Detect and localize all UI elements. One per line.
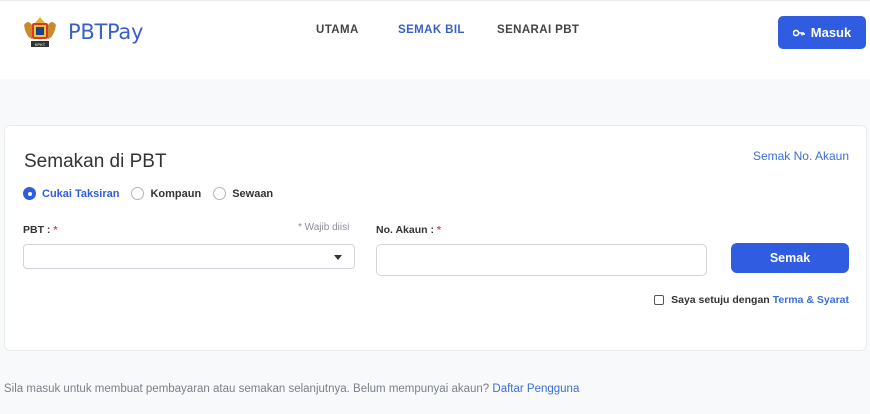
bill-type-radio-group: Cukai Taksiran Kompaun Sewaan [23, 187, 285, 200]
login-label: Masuk [810, 25, 852, 40]
check-account-link[interactable]: Semak No. Akaun [753, 149, 849, 163]
svg-text:KPKT: KPKT [35, 42, 46, 47]
caret-down-icon [334, 255, 342, 260]
login-note: Sila masuk untuk membuat pembayaran atau… [4, 383, 579, 395]
pbt-select[interactable] [23, 244, 355, 269]
radio-cukai-taksiran[interactable]: Cukai Taksiran [23, 187, 119, 200]
brand-name: PBTPay [68, 20, 144, 44]
top-navbar: KPKT PBTPay UTAMA SEMAK BIL SENARAI PBT … [0, 0, 870, 79]
required-note: * Wajib diisi [298, 222, 350, 233]
terms-link[interactable]: Terma & Syarat [773, 294, 849, 306]
radio-button[interactable] [213, 187, 227, 200]
radio-label: Sewaan [232, 187, 274, 200]
key-icon [792, 29, 805, 36]
nav-semak-bil[interactable]: SEMAK BIL [398, 24, 465, 36]
nav-senarai-pbt[interactable]: SENARAI PBT [497, 24, 579, 36]
radio-label: Kompaun [150, 187, 202, 200]
login-button[interactable]: Masuk [778, 16, 866, 49]
radio-kompaun[interactable]: Kompaun [131, 187, 201, 200]
semak-button[interactable]: Semak [731, 243, 849, 273]
account-number-input[interactable] [376, 244, 707, 276]
account-label-text: No. Akaun : [376, 224, 434, 236]
nav-utama[interactable]: UTAMA [316, 24, 359, 36]
radio-sewaan[interactable]: Sewaan [213, 187, 273, 200]
account-label: No. Akaun : * [376, 224, 441, 236]
agree-text: Saya setuju dengan [671, 294, 770, 306]
pbt-label-text: PBT : [23, 224, 51, 236]
radio-label: Cukai Taksiran [42, 187, 120, 200]
login-note-text: Sila masuk untuk membuat pembayaran atau… [4, 383, 490, 395]
radio-button[interactable] [131, 187, 145, 200]
required-mark: * [53, 224, 58, 236]
card-title: Semakan di PBT [24, 151, 167, 172]
required-mark: * [436, 224, 441, 236]
pbt-label: PBT : * [23, 224, 57, 236]
register-link[interactable]: Daftar Pengguna [492, 383, 579, 395]
logo[interactable]: KPKT PBTPay [20, 15, 143, 49]
terms-checkbox[interactable] [654, 295, 665, 305]
search-card: Semakan di PBT Semak No. Akaun Cukai Tak… [4, 125, 867, 351]
terms-agreement: Saya setuju dengan Terma & Syarat [654, 294, 849, 306]
radio-button-checked[interactable] [23, 187, 36, 200]
malaysia-crest-icon: KPKT [24, 17, 56, 47]
